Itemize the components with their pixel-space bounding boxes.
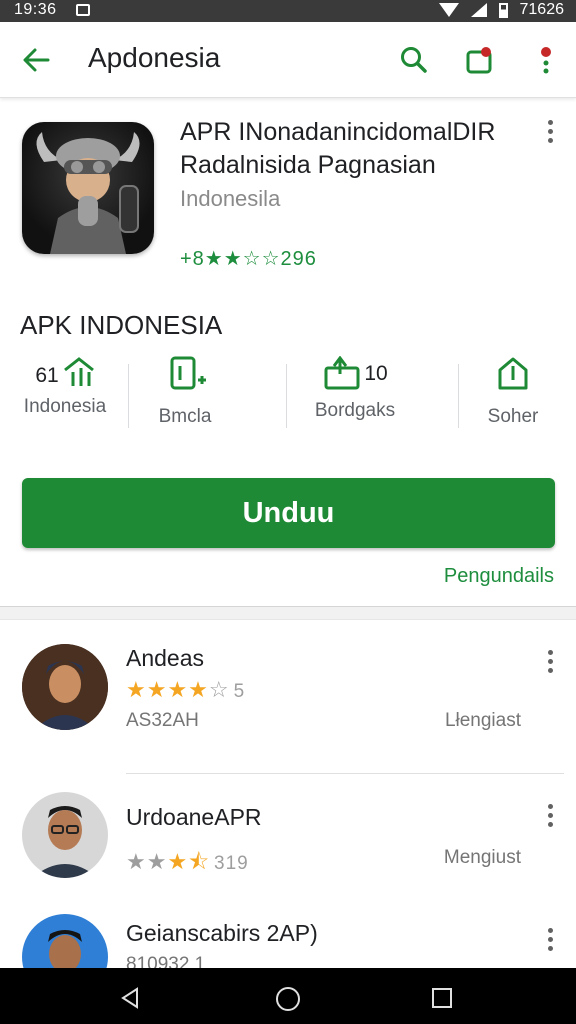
section-separator: [0, 606, 576, 620]
status-right-text: 71626: [519, 1, 565, 18]
app-logo-character-icon: [36, 132, 140, 254]
image-notification-icon: [76, 4, 90, 16]
app-rating: +8★★☆☆296: [180, 248, 317, 270]
recents-nav-icon[interactable]: [430, 986, 454, 1010]
section-heading: APK INDONESIA: [20, 310, 223, 340]
review-count: 319: [214, 853, 249, 874]
stat-size: Bmcla: [140, 356, 230, 428]
status-bar: 19:36 71626: [0, 0, 576, 22]
back-nav-icon[interactable]: [118, 986, 142, 1010]
review-overflow-menu-icon[interactable]: [548, 650, 554, 677]
review-stars: ★★★⯪ 319: [126, 849, 249, 874]
avatar[interactable]: [22, 792, 108, 878]
stat-rating: 61 Indonesia: [20, 356, 110, 418]
stat-size-label: Bmcla: [158, 406, 212, 427]
review-author: UrdoaneAPR: [126, 804, 262, 830]
status-time: 19:36: [14, 1, 57, 18]
review-author: Andeas: [126, 645, 205, 671]
review-divider: [126, 773, 564, 774]
battery-icon: [498, 2, 508, 18]
stat-divider: [128, 364, 129, 428]
back-arrow-icon[interactable]: [22, 46, 50, 74]
share-icon[interactable]: [496, 356, 530, 392]
app-title: APR INonadanincidomalDIR Radalnisida Pag…: [180, 118, 496, 179]
review-date: Lłengiast: [444, 710, 521, 731]
review-overflow-menu-icon[interactable]: [548, 928, 554, 955]
file-icon: [170, 356, 206, 390]
download-icon: [324, 356, 360, 390]
more-options-icon[interactable]: [530, 44, 562, 76]
stat-divider: [286, 364, 287, 428]
review-meta: AS32AH: [126, 710, 199, 731]
review-stars: ★★★★☆ 5: [126, 677, 246, 702]
more-info-link[interactable]: Pengundails: [444, 565, 554, 588]
stat-rating-label: Indonesia: [23, 396, 107, 417]
review-author: Geiansc⁠abirs 2AP): [126, 920, 318, 946]
app-bar-title: Apdonesia: [88, 42, 221, 73]
wifi-icon: [438, 3, 459, 17]
signal-icon: [470, 3, 487, 17]
app-icon: [22, 122, 154, 254]
review-date: Mengiust: [443, 847, 521, 868]
stat-share[interactable]: Soher: [470, 356, 556, 428]
review-meta: 810932 1: [126, 954, 206, 968]
install-button[interactable]: Unduu: [22, 478, 555, 548]
stat-share-label: Soher: [487, 406, 539, 427]
status-icons: 71626: [438, 1, 565, 19]
app-overflow-menu-icon[interactable]: [548, 120, 554, 147]
notification-icon[interactable]: [464, 44, 496, 76]
chart-icon: [63, 357, 94, 386]
stat-downloads-number: 10: [364, 362, 388, 385]
stat-downloads-label: Bordgaks: [314, 400, 396, 421]
home-nav-icon[interactable]: [275, 986, 301, 1012]
stat-rating-number: 61: [35, 364, 59, 387]
navigation-bar: [0, 968, 576, 1024]
search-icon[interactable]: [398, 44, 430, 76]
review-overflow-menu-icon[interactable]: [548, 804, 554, 831]
review-count: 5: [233, 681, 246, 702]
stat-downloads: 10 Bordgaks: [300, 356, 410, 422]
stat-divider: [458, 364, 459, 428]
app-bar: Apdonesia: [0, 22, 576, 98]
avatar[interactable]: [22, 644, 108, 730]
app-developer[interactable]: Indonesila: [180, 186, 280, 212]
